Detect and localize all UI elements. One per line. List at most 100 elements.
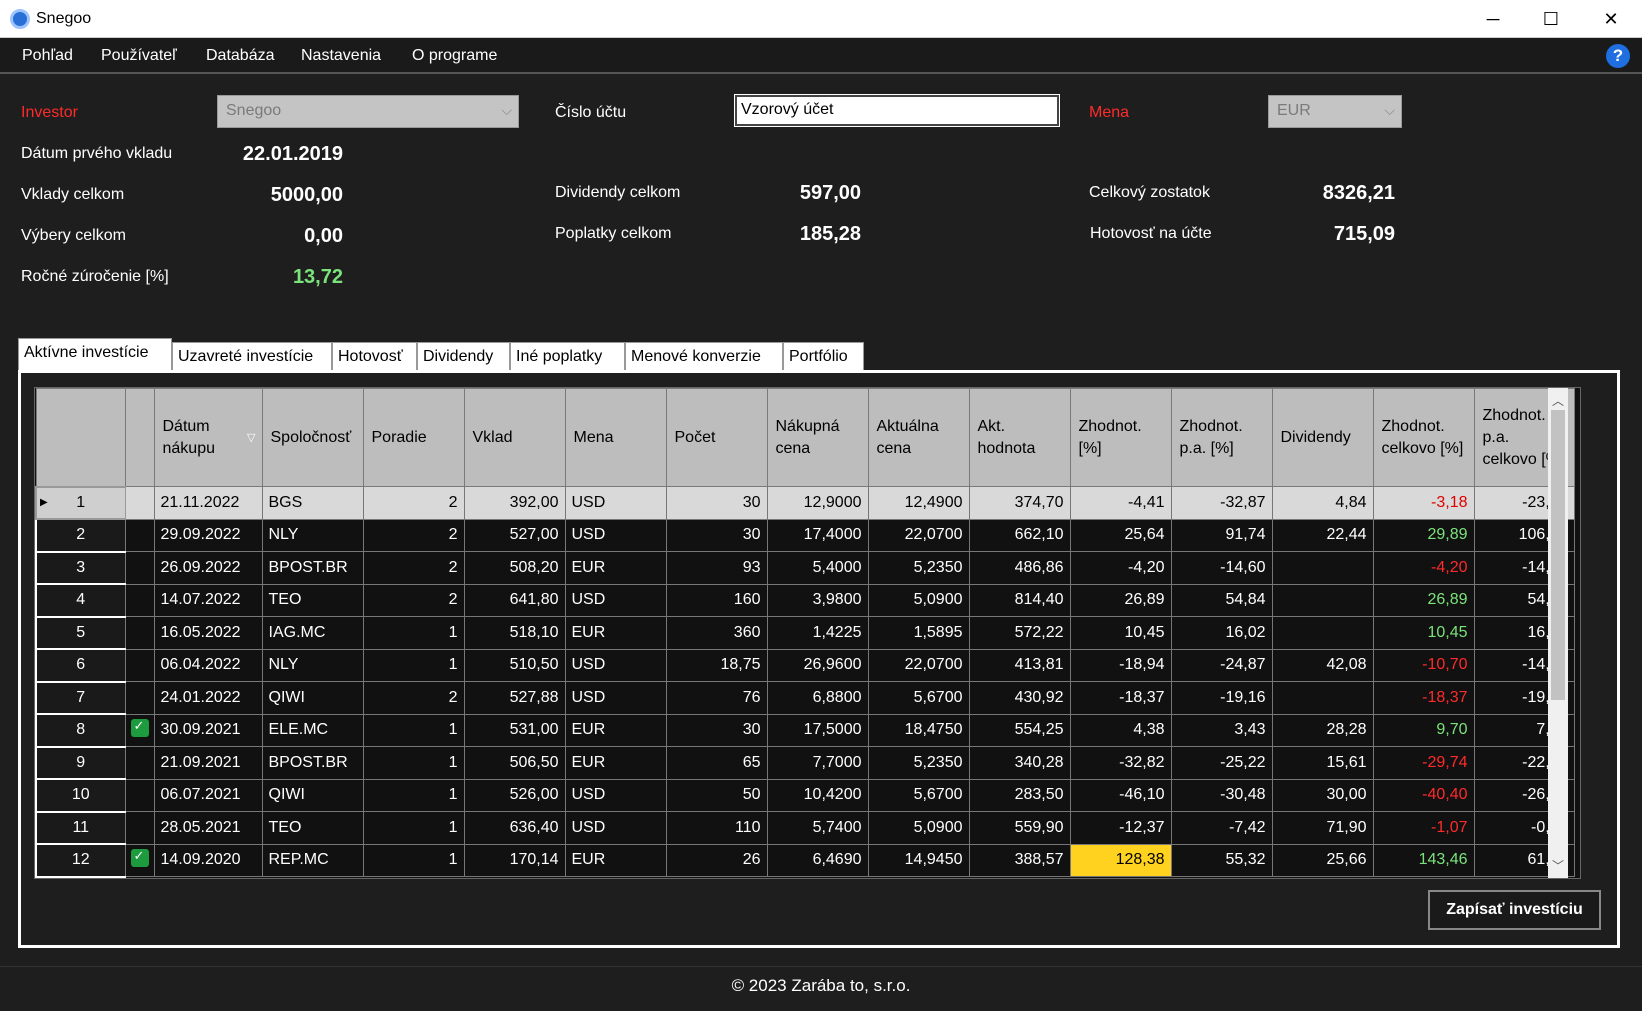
- cell-current-price[interactable]: 5,6700: [867, 681, 970, 715]
- cell-gain[interactable]: 128,38: [1069, 843, 1172, 877]
- minimize-button[interactable]: ─: [1464, 0, 1522, 38]
- cell-count[interactable]: 360: [665, 616, 768, 650]
- cell-current-value[interactable]: 283,50: [968, 778, 1071, 812]
- scrollbar-thumb[interactable]: [1551, 410, 1565, 700]
- cell-buy-price[interactable]: 26,9600: [766, 648, 869, 682]
- cell-company[interactable]: TEO: [261, 583, 364, 617]
- cell-gain[interactable]: -46,10: [1069, 778, 1172, 812]
- cell-count[interactable]: 18,75: [665, 648, 768, 682]
- cell-current-price[interactable]: 14,9450: [867, 843, 970, 877]
- menu-settings[interactable]: Nastavenia: [301, 47, 381, 65]
- cell-gain-pa[interactable]: -25,22: [1170, 746, 1273, 780]
- cell-dividends[interactable]: [1271, 583, 1374, 617]
- cell-total-gain[interactable]: 26,89: [1372, 583, 1475, 617]
- cell-total-gain[interactable]: -3,18: [1372, 486, 1475, 520]
- cell-date[interactable]: 21.11.2022: [153, 486, 263, 520]
- cell-buy-price[interactable]: 6,8800: [766, 681, 869, 715]
- cell-count[interactable]: 30: [665, 518, 768, 552]
- cell-currency[interactable]: EUR: [564, 551, 667, 585]
- cell-total-gain[interactable]: 143,46: [1372, 843, 1475, 877]
- cell-date[interactable]: 29.09.2022: [153, 518, 263, 552]
- account-input[interactable]: Vzorový účet: [734, 94, 1060, 127]
- table-row[interactable]: 7 24.01.2022 QIWI 2 527,88 USD 76 6,8800 5,6700 4…: [35, 680, 1575, 715]
- cell-currency[interactable]: USD: [564, 486, 667, 520]
- cell-currency[interactable]: EUR: [564, 616, 667, 650]
- cell-currency[interactable]: USD: [564, 811, 667, 845]
- cell-total-gain[interactable]: -40,40: [1372, 778, 1475, 812]
- cell-buy-price[interactable]: 10,4200: [766, 778, 869, 812]
- table-row[interactable]: 3 26.09.2022 BPOST.BR 2 508,20 EUR 93 5,4000 5,2…: [35, 550, 1575, 585]
- column-header-currency[interactable]: Mena: [564, 388, 667, 487]
- investments-grid[interactable]: Dátum nákupu ▽ Spoločnosť Poradie Vklad M…: [34, 387, 1581, 879]
- cell-count[interactable]: 50: [665, 778, 768, 812]
- cell-gain[interactable]: -12,37: [1069, 811, 1172, 845]
- cell-gain-pa[interactable]: -24,87: [1170, 648, 1273, 682]
- tab-other-fees[interactable]: Iné poplatky: [510, 342, 625, 371]
- menu-user[interactable]: Používateľ: [101, 47, 177, 65]
- cell-order[interactable]: 1: [362, 843, 465, 877]
- cell-count[interactable]: 30: [665, 713, 768, 747]
- cell-company[interactable]: BPOST.BR: [261, 746, 364, 780]
- cell-gain-pa[interactable]: -19,16: [1170, 681, 1273, 715]
- cell-company[interactable]: ELE.MC: [261, 713, 364, 747]
- row-number[interactable]: 6: [35, 648, 126, 683]
- row-number[interactable]: 2: [35, 518, 126, 553]
- cell-total-gain[interactable]: -10,70: [1372, 648, 1475, 682]
- table-row[interactable]: 8 30.09.2021ELE.MC1531,00EUR3017,500018,4…: [35, 713, 1575, 748]
- cell-dividends[interactable]: 22,44: [1271, 518, 1374, 552]
- cell-company[interactable]: TEO: [261, 811, 364, 845]
- cell-order[interactable]: 1: [362, 713, 465, 747]
- close-button[interactable]: ✕: [1582, 0, 1640, 38]
- cell-buy-price[interactable]: 1,4225: [766, 616, 869, 650]
- cell-currency[interactable]: USD: [564, 648, 667, 682]
- menu-about[interactable]: O programe: [412, 47, 497, 65]
- cell-date[interactable]: 16.05.2022: [153, 616, 263, 650]
- cell-company[interactable]: NLY: [261, 648, 364, 682]
- column-header-gain[interactable]: Zhodnot. [%]: [1069, 388, 1172, 487]
- cell-gain-pa[interactable]: -30,48: [1170, 778, 1273, 812]
- table-row[interactable]: 12 14.09.2020REP.MC1170,14EUR266,469014,9…: [35, 843, 1575, 878]
- cell-buy-price[interactable]: 7,7000: [766, 746, 869, 780]
- cell-count[interactable]: 26: [665, 843, 768, 877]
- cell-dividends[interactable]: 30,00: [1271, 778, 1374, 812]
- cell-gain-pa[interactable]: 55,32: [1170, 843, 1273, 877]
- cell-currency[interactable]: EUR: [564, 746, 667, 780]
- cell-company[interactable]: BPOST.BR: [261, 551, 364, 585]
- cell-gain-pa[interactable]: -7,42: [1170, 811, 1273, 845]
- cell-total-gain[interactable]: -1,07: [1372, 811, 1475, 845]
- cell-dividends[interactable]: 28,28: [1271, 713, 1374, 747]
- cell-gain[interactable]: -18,94: [1069, 648, 1172, 682]
- tab-active-investments[interactable]: Aktívne investície: [18, 338, 172, 372]
- cell-gain[interactable]: 25,64: [1069, 518, 1172, 552]
- cell-date[interactable]: 14.09.2020: [153, 843, 263, 877]
- cell-order[interactable]: 2: [362, 518, 465, 552]
- cell-dividends[interactable]: [1271, 681, 1374, 715]
- cell-date[interactable]: 14.07.2022: [153, 583, 263, 617]
- column-header-rownum[interactable]: [35, 388, 126, 487]
- cell-date[interactable]: 21.09.2021: [153, 746, 263, 780]
- tab-closed-investments[interactable]: Uzavreté investície: [172, 342, 332, 371]
- cell-order[interactable]: 2: [362, 681, 465, 715]
- row-number[interactable]: 5: [35, 615, 126, 650]
- write-investment-button[interactable]: Zapísať investíciu: [1428, 890, 1601, 930]
- cell-gain[interactable]: 26,89: [1069, 583, 1172, 617]
- menu-view[interactable]: Pohľad: [22, 47, 73, 65]
- cell-gain-pa[interactable]: -32,87: [1170, 486, 1273, 520]
- currency-select[interactable]: EUR ⌵: [1268, 95, 1402, 128]
- cell-order[interactable]: 1: [362, 616, 465, 650]
- cell-order[interactable]: 1: [362, 746, 465, 780]
- cell-current-price[interactable]: 22,0700: [867, 648, 970, 682]
- cell-gain[interactable]: 10,45: [1069, 616, 1172, 650]
- row-number[interactable]: 8: [35, 713, 126, 748]
- cell-count[interactable]: 93: [665, 551, 768, 585]
- cell-current-price[interactable]: 18,4750: [867, 713, 970, 747]
- column-header-order[interactable]: Poradie: [362, 388, 465, 487]
- cell-order[interactable]: 2: [362, 551, 465, 585]
- cell-company[interactable]: IAG.MC: [261, 616, 364, 650]
- table-row[interactable]: 1 ▶ 21.11.2022 BGS 2 392,00 USD 30 12,9000 12,490…: [35, 485, 1575, 520]
- cell-date[interactable]: 30.09.2021: [153, 713, 263, 747]
- column-header-buy-price[interactable]: Nákupná cena: [766, 388, 869, 487]
- row-number[interactable]: 9: [35, 745, 126, 780]
- row-number[interactable]: 1 ▶: [35, 485, 126, 520]
- investor-select[interactable]: Snegoo ⌵: [217, 95, 519, 128]
